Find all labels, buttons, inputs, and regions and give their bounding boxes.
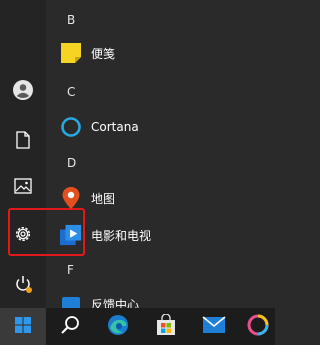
edge-button[interactable]: [94, 308, 142, 345]
documents-button[interactable]: [0, 122, 46, 162]
search-button[interactable]: [46, 308, 94, 345]
photos-icon: [247, 314, 269, 340]
windows-start-icon: [15, 316, 31, 337]
app-label-maps: 地图: [91, 191, 116, 206]
search-icon: [60, 315, 80, 339]
photos-button[interactable]: [238, 308, 278, 345]
taskbar: [0, 308, 275, 345]
start-button[interactable]: [0, 308, 46, 345]
mail-icon: [202, 315, 226, 338]
section-letter-b[interactable]: B: [67, 13, 75, 27]
app-label-sticky-notes: 便笺: [91, 46, 116, 61]
app-item-movies-tv[interactable]: 电影和电视: [60, 220, 270, 250]
app-item-maps[interactable]: 地图: [60, 183, 270, 213]
start-rail: [0, 0, 46, 308]
edge-icon: [107, 314, 129, 340]
app-item-sticky-notes[interactable]: 便笺: [60, 38, 270, 68]
user-icon: [12, 79, 34, 105]
section-letter-c[interactable]: C: [67, 85, 75, 99]
document-icon: [15, 131, 31, 153]
app-label-cortana: Cortana: [91, 120, 139, 134]
cortana-icon: [60, 116, 82, 138]
app-item-cortana[interactable]: Cortana: [60, 112, 270, 142]
section-letter-d[interactable]: D: [67, 156, 76, 170]
store-icon: [155, 312, 177, 340]
maps-icon: [60, 187, 82, 209]
pictures-icon: [14, 178, 32, 198]
pictures-button[interactable]: [0, 168, 46, 208]
sticky-notes-icon: [60, 42, 82, 64]
user-account-button[interactable]: [0, 72, 46, 112]
section-letter-f[interactable]: F: [67, 263, 74, 277]
mail-button[interactable]: [190, 308, 238, 345]
movies-tv-icon: [60, 224, 82, 246]
store-button[interactable]: [142, 308, 190, 345]
app-label-movies-tv: 电影和电视: [91, 228, 152, 243]
power-button[interactable]: [0, 266, 46, 306]
power-icon: [13, 274, 33, 298]
